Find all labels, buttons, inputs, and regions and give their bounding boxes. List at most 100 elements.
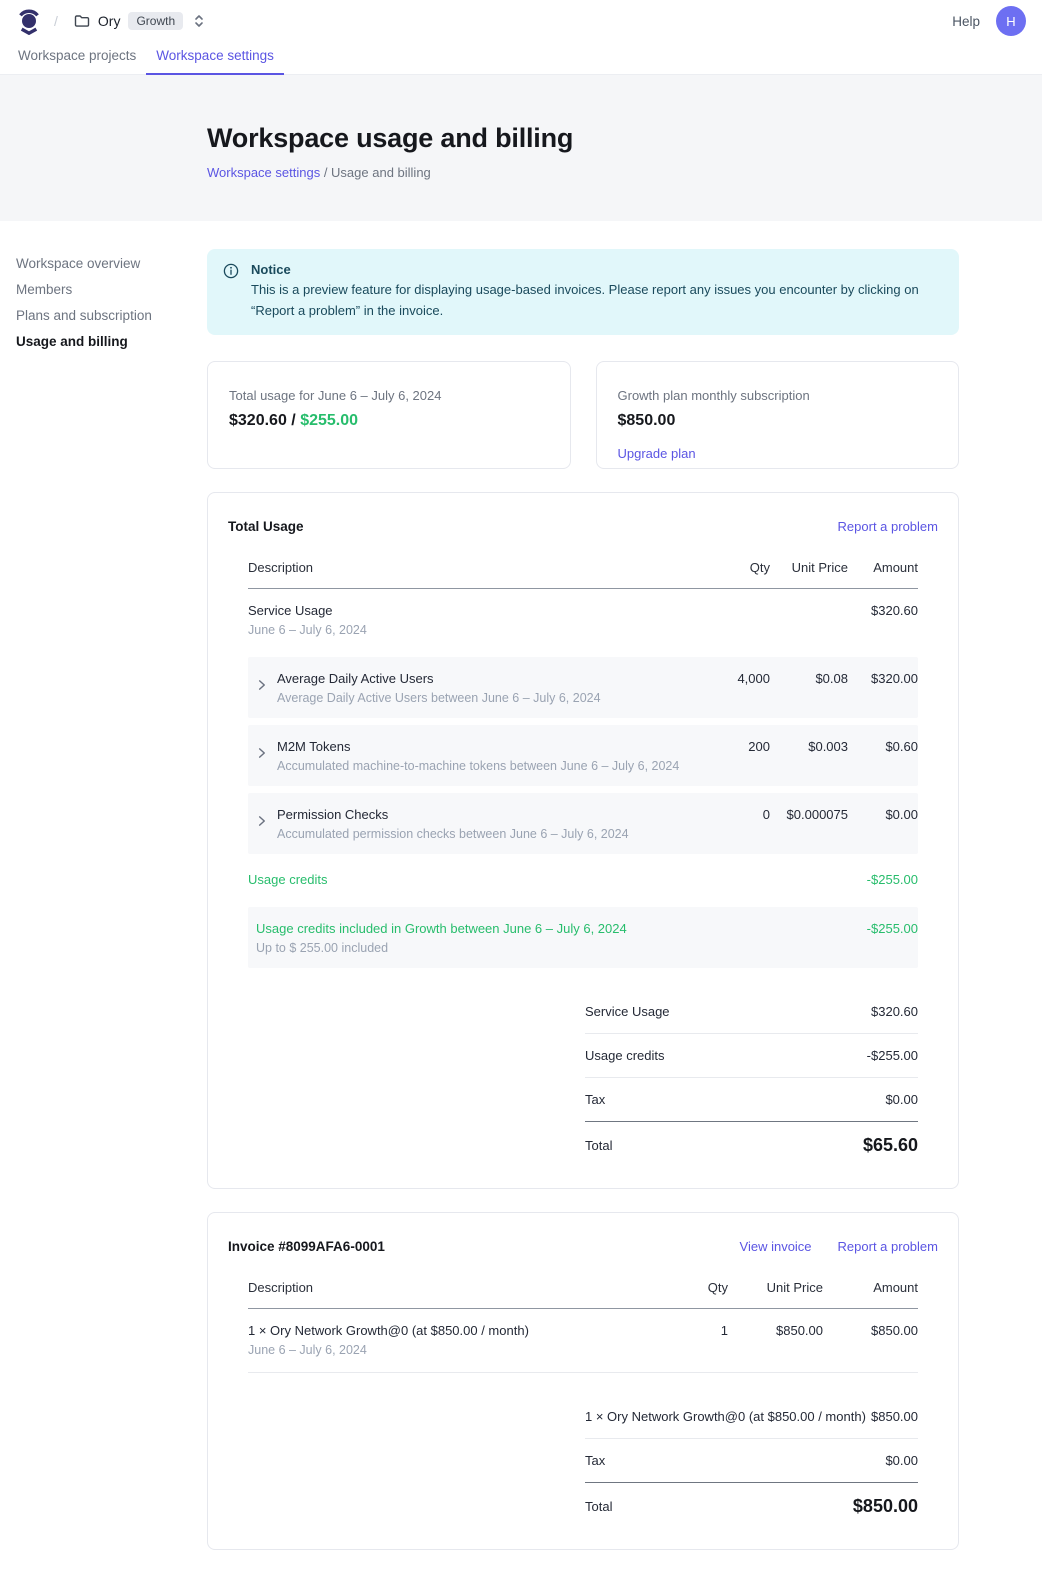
settings-sidebar: Workspace overview Members Plans and sub… (16, 249, 207, 1573)
chevron-right-icon[interactable] (256, 679, 267, 705)
upgrade-plan-link[interactable]: Upgrade plan (618, 446, 696, 461)
usage-totals: Service Usage $320.60 Usage credits -$25… (585, 990, 918, 1160)
tab-workspace-settings[interactable]: Workspace settings (146, 42, 284, 74)
total-usage-card: Total Usage Report a problem Description… (207, 492, 959, 1189)
invoice-table: Description Qty Unit Price Amount 1 × Or… (248, 1270, 918, 1521)
row-amount: $320.00 (848, 671, 918, 686)
row-unit-price: $850.00 (728, 1323, 823, 1338)
usage-table: Description Qty Unit Price Amount Servic… (248, 550, 918, 1160)
row-amount: $0.60 (848, 739, 918, 754)
preview-notice-banner: Notice This is a preview feature for dis… (207, 249, 959, 335)
row-unit-price: $0.003 (770, 739, 848, 754)
breadcrumb-current: / Usage and billing (320, 165, 431, 180)
chevron-right-icon[interactable] (256, 747, 267, 773)
row-amount: -$255.00 (848, 872, 918, 887)
breadcrumb-separator: / (52, 13, 64, 29)
row-unit-price: $0.000075 (770, 807, 848, 822)
report-problem-link[interactable]: Report a problem (838, 1239, 938, 1254)
col-description: Description (248, 1280, 633, 1295)
usage-used-amount: $320.60 (229, 412, 287, 429)
row-amount: $850.00 (823, 1323, 918, 1338)
table-row-invoice-item: 1 × Ory Network Growth@0 (at $850.00 / m… (248, 1309, 918, 1373)
row-title: Permission Checks (277, 807, 629, 822)
sidebar-item-usage-and-billing[interactable]: Usage and billing (16, 335, 207, 349)
totals-grand-value: $65.60 (863, 1135, 918, 1156)
topbar: / Ory Growth Help H (0, 0, 1042, 42)
col-unit-price: Unit Price (770, 560, 848, 575)
breadcrumb: Workspace settings / Usage and billing (207, 165, 1026, 180)
totals-label: Total (585, 1499, 612, 1514)
page-title: Workspace usage and billing (207, 123, 1026, 154)
help-link[interactable]: Help (952, 14, 980, 29)
row-qty: 4,000 (690, 671, 770, 686)
table-row-m2m-tokens[interactable]: M2M Tokens Accumulated machine-to-machin… (248, 725, 918, 786)
usage-table-header: Description Qty Unit Price Amount (248, 550, 918, 589)
workspace-switcher[interactable]: Ory Growth (74, 12, 205, 30)
row-title: 1 × Ory Network Growth@0 (at $850.00 / m… (248, 1323, 633, 1338)
notice-title: Notice (251, 262, 943, 277)
col-qty: Qty (633, 1280, 728, 1295)
row-title: Average Daily Active Users (277, 671, 601, 686)
invoice-card: Invoice #8099AFA6-0001 View invoice Repo… (207, 1212, 959, 1550)
row-unit-price: $0.08 (770, 671, 848, 686)
row-qty: 200 (690, 739, 770, 754)
col-unit-price: Unit Price (728, 1280, 823, 1295)
ory-logo-icon[interactable] (16, 7, 42, 35)
row-subtitle: June 6 – July 6, 2024 (248, 1343, 633, 1357)
row-title: Usage credits (248, 872, 690, 887)
row-amount: $320.60 (848, 603, 918, 618)
folder-icon (74, 13, 90, 29)
totals-label: Tax (585, 1092, 605, 1107)
avatar[interactable]: H (996, 6, 1026, 36)
totals-grand-value: $850.00 (853, 1496, 918, 1517)
breadcrumb-link-workspace-settings[interactable]: Workspace settings (207, 165, 320, 180)
row-subtitle: Average Daily Active Users between June … (277, 691, 601, 705)
row-subtitle: Accumulated machine-to-machine tokens be… (277, 759, 679, 773)
table-row-usage-credits-included: Usage credits included in Growth between… (248, 907, 918, 968)
sidebar-item-plans-and-subscription[interactable]: Plans and subscription (16, 309, 207, 323)
row-amount: $0.00 (848, 807, 918, 822)
row-amount: -$255.00 (848, 921, 918, 936)
totals-label: Usage credits (585, 1048, 664, 1063)
chevron-updown-icon (193, 13, 205, 29)
notice-body: This is a preview feature for displaying… (251, 280, 943, 322)
col-amount: Amount (823, 1280, 918, 1295)
total-usage-summary-card: Total usage for June 6 – July 6, 2024 $3… (207, 361, 571, 469)
plan-badge: Growth (128, 12, 183, 30)
totals-label: Tax (585, 1453, 605, 1468)
totals-row-tax: Tax $0.00 (585, 1439, 918, 1483)
sidebar-item-members[interactable]: Members (16, 283, 207, 297)
row-title: M2M Tokens (277, 739, 679, 754)
usage-period-label: Total usage for June 6 – July 6, 2024 (229, 388, 549, 403)
totals-row-total: Total $850.00 (585, 1483, 918, 1521)
totals-row-usage-credits: Usage credits -$255.00 (585, 1034, 918, 1078)
row-qty: 0 (690, 807, 770, 822)
usage-credit-amount: $255.00 (300, 412, 358, 429)
workspace-tabs: Workspace projects Workspace settings (0, 42, 1042, 75)
report-problem-link[interactable]: Report a problem (838, 519, 938, 534)
totals-value: -$255.00 (867, 1048, 918, 1063)
totals-label: Total (585, 1138, 612, 1153)
totals-row-tax: Tax $0.00 (585, 1078, 918, 1122)
col-amount: Amount (848, 560, 918, 575)
totals-row-total: Total $65.60 (585, 1122, 918, 1160)
totals-label: Service Usage (585, 1004, 670, 1019)
chevron-right-icon[interactable] (256, 815, 267, 841)
table-row-permission-checks[interactable]: Permission Checks Accumulated permission… (248, 793, 918, 854)
usage-card-title: Total Usage (228, 519, 304, 534)
totals-value: $320.60 (871, 1004, 918, 1019)
row-title: Usage credits included in Growth between… (256, 921, 690, 936)
col-description: Description (248, 560, 690, 575)
invoice-title: Invoice #8099AFA6-0001 (228, 1239, 385, 1254)
totals-label: 1 × Ory Network Growth@0 (at $850.00 / m… (585, 1409, 866, 1424)
tab-workspace-projects[interactable]: Workspace projects (8, 42, 146, 74)
info-icon (223, 263, 239, 322)
table-row-average-daily-active-users[interactable]: Average Daily Active Users Average Daily… (248, 657, 918, 718)
table-row-service-usage: Service Usage June 6 – July 6, 2024 $320… (248, 589, 918, 650)
invoice-table-header: Description Qty Unit Price Amount (248, 1270, 918, 1309)
totals-row-service-usage: Service Usage $320.60 (585, 990, 918, 1034)
totals-row-item: 1 × Ory Network Growth@0 (at $850.00 / m… (585, 1395, 918, 1439)
subscription-label: Growth plan monthly subscription (618, 388, 938, 403)
view-invoice-link[interactable]: View invoice (740, 1239, 812, 1254)
sidebar-item-workspace-overview[interactable]: Workspace overview (16, 257, 207, 271)
